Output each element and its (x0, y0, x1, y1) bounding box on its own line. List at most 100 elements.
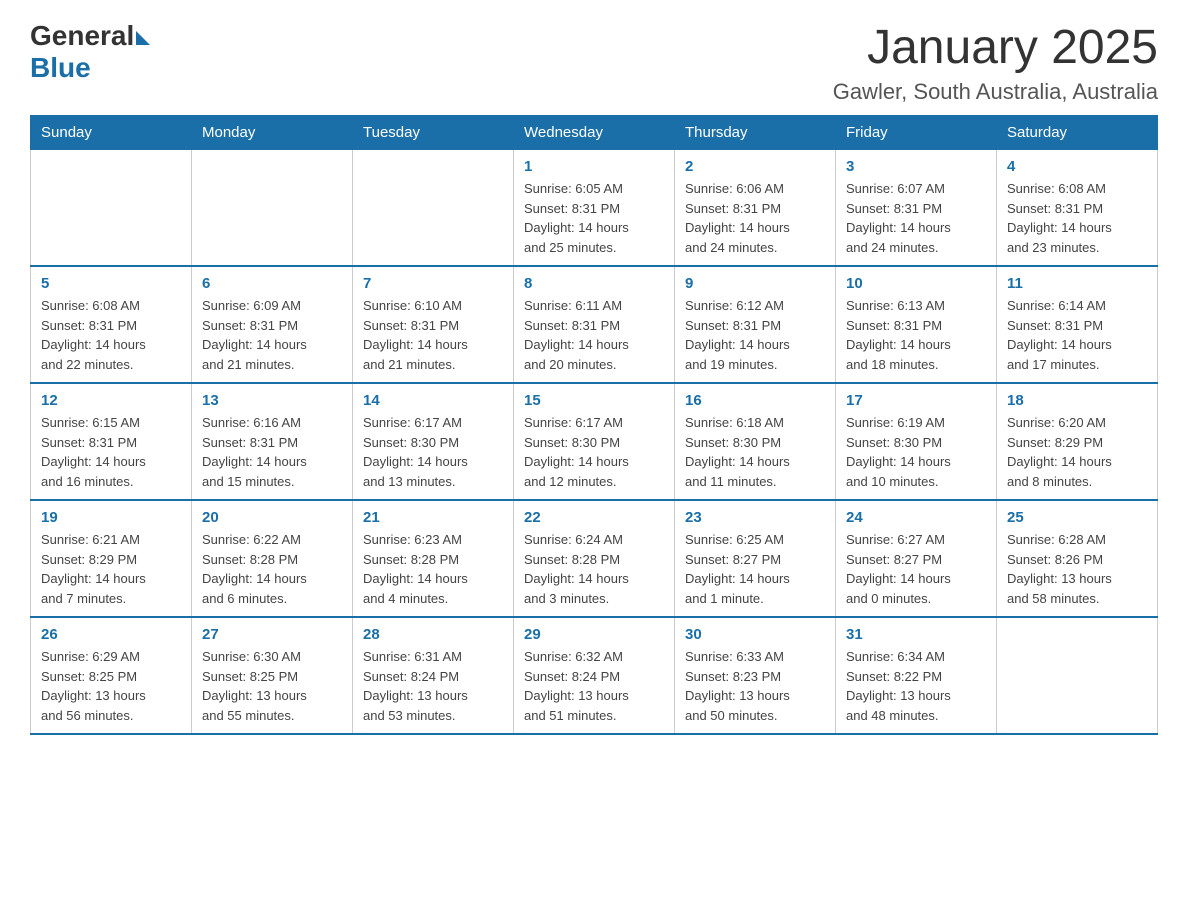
day-number-22: 22 (524, 509, 664, 526)
day-info-6: Sunrise: 6:09 AMSunset: 8:31 PMDaylight:… (202, 296, 342, 374)
day-number-26: 26 (41, 626, 181, 643)
day-cell-6: 6 Sunrise: 6:09 AMSunset: 8:31 PMDaylight… (192, 266, 353, 383)
day-number-23: 23 (685, 509, 825, 526)
day-cell-1: 1Sunrise: 6:05 AMSunset: 8:31 PMDaylight… (514, 150, 675, 267)
day-number-27: 27 (202, 626, 342, 643)
day-number-28: 28 (363, 626, 503, 643)
day-info-19: Sunrise: 6:21 AMSunset: 8:29 PMDaylight:… (41, 530, 181, 608)
day-cell-17: 17Sunrise: 6:19 AMSunset: 8:30 PMDayligh… (836, 383, 997, 500)
weekday-header-wednesday: Wednesday (514, 116, 675, 150)
calendar-title: January 2025 (833, 20, 1158, 75)
day-number-7: 7 (363, 275, 503, 292)
day-info-28: Sunrise: 6:31 AMSunset: 8:24 PMDaylight:… (363, 647, 503, 725)
day-info-10: Sunrise: 6:13 AMSunset: 8:31 PMDaylight:… (846, 296, 986, 374)
day-number-2: 2 (685, 158, 825, 175)
day-number-6: 6 (202, 275, 342, 292)
day-info-29: Sunrise: 6:32 AMSunset: 8:24 PMDaylight:… (524, 647, 664, 725)
day-info-14: Sunrise: 6:17 AMSunset: 8:30 PMDaylight:… (363, 413, 503, 491)
day-number-16: 16 (685, 392, 825, 409)
day-number-12: 12 (41, 392, 181, 409)
day-cell-3: 3 Sunrise: 6:07 AMSunset: 8:31 PMDaylight… (836, 150, 997, 267)
day-cell-15: 15Sunrise: 6:17 AMSunset: 8:30 PMDayligh… (514, 383, 675, 500)
day-info-16: Sunrise: 6:18 AMSunset: 8:30 PMDaylight:… (685, 413, 825, 491)
day-number-11: 11 (1007, 275, 1147, 292)
day-info-21: Sunrise: 6:23 AMSunset: 8:28 PMDaylight:… (363, 530, 503, 608)
day-number-20: 20 (202, 509, 342, 526)
empty-cell (31, 150, 192, 267)
day-info-30: Sunrise: 6:33 AMSunset: 8:23 PMDaylight:… (685, 647, 825, 725)
day-info-13: Sunrise: 6:16 AMSunset: 8:31 PMDaylight:… (202, 413, 342, 491)
day-number-9: 9 (685, 275, 825, 292)
day-cell-28: 28 Sunrise: 6:31 AMSunset: 8:24 PMDayligh… (353, 617, 514, 734)
day-cell-22: 22 Sunrise: 6:24 AMSunset: 8:28 PMDayligh… (514, 500, 675, 617)
day-number-5: 5 (41, 275, 181, 292)
day-cell-19: 19 Sunrise: 6:21 AMSunset: 8:29 PMDayligh… (31, 500, 192, 617)
day-info-3: Sunrise: 6:07 AMSunset: 8:31 PMDaylight:… (846, 179, 986, 257)
day-info-20: Sunrise: 6:22 AMSunset: 8:28 PMDaylight:… (202, 530, 342, 608)
day-number-31: 31 (846, 626, 986, 643)
day-cell-23: 23 Sunrise: 6:25 AMSunset: 8:27 PMDayligh… (675, 500, 836, 617)
day-cell-11: 11 Sunrise: 6:14 AMSunset: 8:31 PMDayligh… (997, 266, 1158, 383)
day-info-15: Sunrise: 6:17 AMSunset: 8:30 PMDaylight:… (524, 413, 664, 491)
day-number-4: 4 (1007, 158, 1147, 175)
day-number-30: 30 (685, 626, 825, 643)
day-info-18: Sunrise: 6:20 AMSunset: 8:29 PMDaylight:… (1007, 413, 1147, 491)
calendar-subtitle: Gawler, South Australia, Australia (833, 79, 1158, 105)
page-header: General Blue January 2025 Gawler, South … (30, 20, 1158, 105)
day-cell-31: 31 Sunrise: 6:34 AMSunset: 8:22 PMDayligh… (836, 617, 997, 734)
day-info-17: Sunrise: 6:19 AMSunset: 8:30 PMDaylight:… (846, 413, 986, 491)
day-info-11: Sunrise: 6:14 AMSunset: 8:31 PMDaylight:… (1007, 296, 1147, 374)
weekday-header-sunday: Sunday (31, 116, 192, 150)
weekday-header-tuesday: Tuesday (353, 116, 514, 150)
day-cell-9: 9 Sunrise: 6:12 AMSunset: 8:31 PMDaylight… (675, 266, 836, 383)
day-number-10: 10 (846, 275, 986, 292)
week-row-3: 12Sunrise: 6:15 AMSunset: 8:31 PMDayligh… (31, 383, 1158, 500)
day-number-19: 19 (41, 509, 181, 526)
day-cell-30: 30 Sunrise: 6:33 AMSunset: 8:23 PMDayligh… (675, 617, 836, 734)
weekday-header-monday: Monday (192, 116, 353, 150)
day-cell-27: 27Sunrise: 6:30 AMSunset: 8:25 PMDayligh… (192, 617, 353, 734)
day-cell-13: 13 Sunrise: 6:16 AMSunset: 8:31 PMDayligh… (192, 383, 353, 500)
logo-text-blue: Blue (30, 52, 91, 84)
logo-arrow-icon (136, 31, 150, 45)
day-cell-10: 10 Sunrise: 6:13 AMSunset: 8:31 PMDayligh… (836, 266, 997, 383)
day-number-13: 13 (202, 392, 342, 409)
day-number-3: 3 (846, 158, 986, 175)
day-cell-4: 4 Sunrise: 6:08 AMSunset: 8:31 PMDaylight… (997, 150, 1158, 267)
day-cell-16: 16 Sunrise: 6:18 AMSunset: 8:30 PMDayligh… (675, 383, 836, 500)
day-cell-14: 14Sunrise: 6:17 AMSunset: 8:30 PMDayligh… (353, 383, 514, 500)
weekday-header-saturday: Saturday (997, 116, 1158, 150)
day-number-18: 18 (1007, 392, 1147, 409)
day-info-23: Sunrise: 6:25 AMSunset: 8:27 PMDaylight:… (685, 530, 825, 608)
title-section: January 2025 Gawler, South Australia, Au… (833, 20, 1158, 105)
day-cell-8: 8 Sunrise: 6:11 AMSunset: 8:31 PMDaylight… (514, 266, 675, 383)
day-cell-20: 20 Sunrise: 6:22 AMSunset: 8:28 PMDayligh… (192, 500, 353, 617)
week-row-5: 26Sunrise: 6:29 AMSunset: 8:25 PMDayligh… (31, 617, 1158, 734)
day-info-4: Sunrise: 6:08 AMSunset: 8:31 PMDaylight:… (1007, 179, 1147, 257)
day-info-5: Sunrise: 6:08 AMSunset: 8:31 PMDaylight:… (41, 296, 181, 374)
day-info-8: Sunrise: 6:11 AMSunset: 8:31 PMDaylight:… (524, 296, 664, 374)
day-number-8: 8 (524, 275, 664, 292)
day-cell-18: 18 Sunrise: 6:20 AMSunset: 8:29 PMDayligh… (997, 383, 1158, 500)
week-row-1: 1Sunrise: 6:05 AMSunset: 8:31 PMDaylight… (31, 150, 1158, 267)
empty-cell (997, 617, 1158, 734)
day-number-29: 29 (524, 626, 664, 643)
logo: General Blue (30, 20, 150, 84)
empty-cell (192, 150, 353, 267)
day-number-24: 24 (846, 509, 986, 526)
empty-cell (353, 150, 514, 267)
calendar-table: SundayMondayTuesdayWednesdayThursdayFrid… (30, 115, 1158, 735)
day-info-22: Sunrise: 6:24 AMSunset: 8:28 PMDaylight:… (524, 530, 664, 608)
day-cell-25: 25Sunrise: 6:28 AMSunset: 8:26 PMDayligh… (997, 500, 1158, 617)
day-info-31: Sunrise: 6:34 AMSunset: 8:22 PMDaylight:… (846, 647, 986, 725)
day-info-2: Sunrise: 6:06 AMSunset: 8:31 PMDaylight:… (685, 179, 825, 257)
day-info-9: Sunrise: 6:12 AMSunset: 8:31 PMDaylight:… (685, 296, 825, 374)
weekday-header-row: SundayMondayTuesdayWednesdayThursdayFrid… (31, 116, 1158, 150)
week-row-4: 19 Sunrise: 6:21 AMSunset: 8:29 PMDayligh… (31, 500, 1158, 617)
weekday-header-friday: Friday (836, 116, 997, 150)
day-info-7: Sunrise: 6:10 AMSunset: 8:31 PMDaylight:… (363, 296, 503, 374)
week-row-2: 5 Sunrise: 6:08 AMSunset: 8:31 PMDaylight… (31, 266, 1158, 383)
day-cell-7: 7 Sunrise: 6:10 AMSunset: 8:31 PMDaylight… (353, 266, 514, 383)
logo-text-general: General (30, 20, 134, 52)
day-number-25: 25 (1007, 509, 1147, 526)
